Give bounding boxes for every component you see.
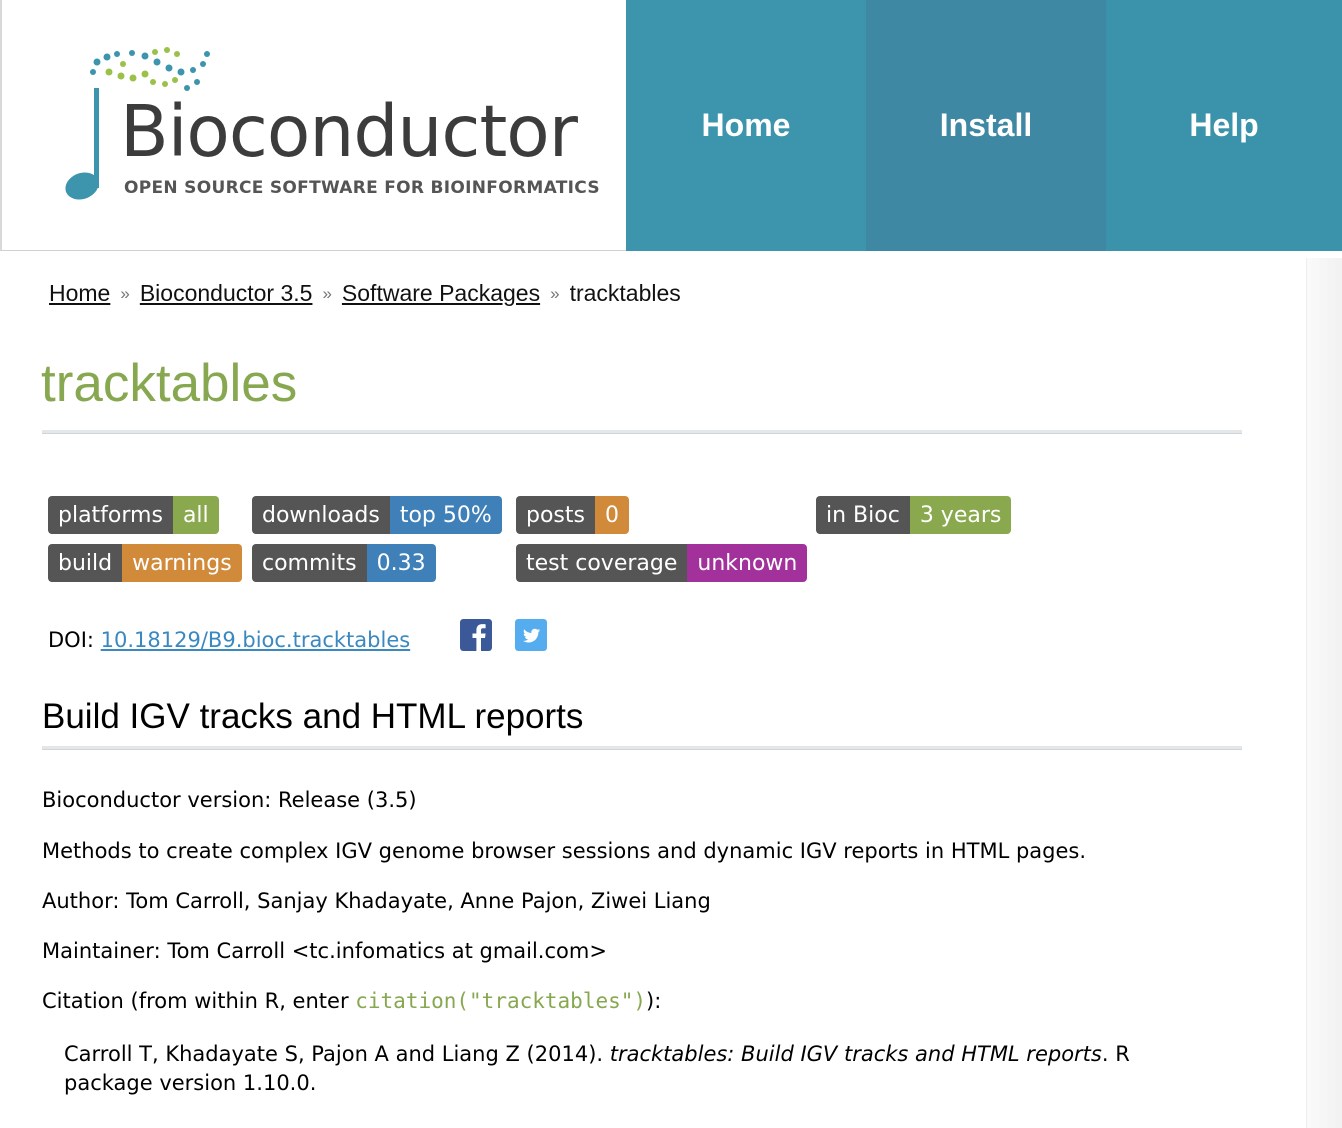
- citation-suffix: ):: [646, 989, 662, 1013]
- subtitle-divider: [42, 746, 1242, 750]
- twitter-icon[interactable]: [515, 619, 547, 651]
- citation-title: tracktables: Build IGV tracks and HTML r…: [609, 1042, 1102, 1066]
- badge-value: all: [172, 496, 219, 534]
- doi-link[interactable]: 10.18129/B9.bioc.tracktables: [101, 628, 411, 652]
- page-title: tracktables: [41, 354, 298, 413]
- badge-value: 3 years: [909, 496, 1012, 534]
- citation-authors: Carroll T, Khadayate S, Pajon A and Lian…: [64, 1042, 610, 1066]
- nav-help[interactable]: Help: [1106, 0, 1342, 251]
- citation-instruction: Citation (from within R, enter citation(…: [42, 989, 661, 1013]
- badge-value: 0: [594, 496, 629, 534]
- package-description: Methods to create complex IGV genome bro…: [42, 839, 1087, 863]
- breadcrumb-release[interactable]: Bioconductor 3.5: [140, 280, 313, 306]
- badge-test-coverage[interactable]: test coverage unknown: [516, 544, 808, 582]
- logo-tagline: OPEN SOURCE SOFTWARE FOR BIOINFORMATICS: [124, 178, 600, 198]
- badge-posts[interactable]: posts 0: [516, 496, 629, 534]
- badge-downloads[interactable]: downloads top 50%: [252, 496, 502, 534]
- badge-key: posts: [516, 496, 595, 534]
- badge-key: downloads: [252, 496, 390, 534]
- logo[interactable]: Bioconductor OPEN SOURCE SOFTWARE FOR BI…: [0, 0, 626, 251]
- title-divider: [42, 430, 1242, 434]
- bioc-version: Bioconductor version: Release (3.5): [42, 788, 417, 812]
- badge-key: platforms: [48, 496, 173, 534]
- badge-key: test coverage: [516, 544, 688, 582]
- site-header: Bioconductor OPEN SOURCE SOFTWARE FOR BI…: [0, 0, 1342, 251]
- badge-value: unknown: [687, 544, 808, 582]
- breadcrumb-separator: »: [322, 284, 332, 303]
- badge-value: top 50%: [389, 496, 502, 534]
- breadcrumb-current: tracktables: [569, 280, 681, 306]
- breadcrumb: Home » Bioconductor 3.5 » Software Packages »…: [49, 280, 681, 307]
- breadcrumb-separator: »: [550, 284, 560, 303]
- badge-build[interactable]: build warnings: [48, 544, 242, 582]
- main-nav: Home Install Help: [626, 0, 1342, 251]
- breadcrumb-home[interactable]: Home: [49, 280, 110, 306]
- badge-key: commits: [252, 544, 367, 582]
- nav-home[interactable]: Home: [626, 0, 866, 251]
- logo-wordmark: Bioconductor: [120, 90, 578, 173]
- nav-install[interactable]: Install: [866, 0, 1106, 251]
- badge-value: warnings: [122, 544, 242, 582]
- citation-text: Carroll T, Khadayate S, Pajon A and Lian…: [64, 1040, 1224, 1098]
- badge-key: in Bioc: [816, 496, 910, 534]
- doi-label: DOI:: [48, 628, 94, 652]
- breadcrumb-software-packages[interactable]: Software Packages: [342, 280, 540, 306]
- badge-in-bioc[interactable]: in Bioc 3 years: [816, 496, 1012, 534]
- doi-line: DOI: 10.18129/B9.bioc.tracktables: [48, 628, 410, 652]
- facebook-icon[interactable]: [460, 619, 492, 651]
- package-subtitle: Build IGV tracks and HTML reports: [42, 697, 584, 736]
- badge-value: 0.33: [366, 544, 436, 582]
- badge-key: build: [48, 544, 123, 582]
- badge-commits[interactable]: commits 0.33: [252, 544, 436, 582]
- package-maintainer: Maintainer: Tom Carroll <tc.infomatics a…: [42, 939, 607, 963]
- badge-platforms[interactable]: platforms all: [48, 496, 219, 534]
- right-sidebar-edge: [1306, 258, 1342, 1128]
- citation-prefix: Citation (from within R, enter: [42, 989, 356, 1013]
- package-authors: Author: Tom Carroll, Sanjay Khadayate, A…: [42, 889, 711, 913]
- breadcrumb-separator: »: [120, 284, 130, 303]
- citation-code: citation("tracktables"): [355, 989, 647, 1013]
